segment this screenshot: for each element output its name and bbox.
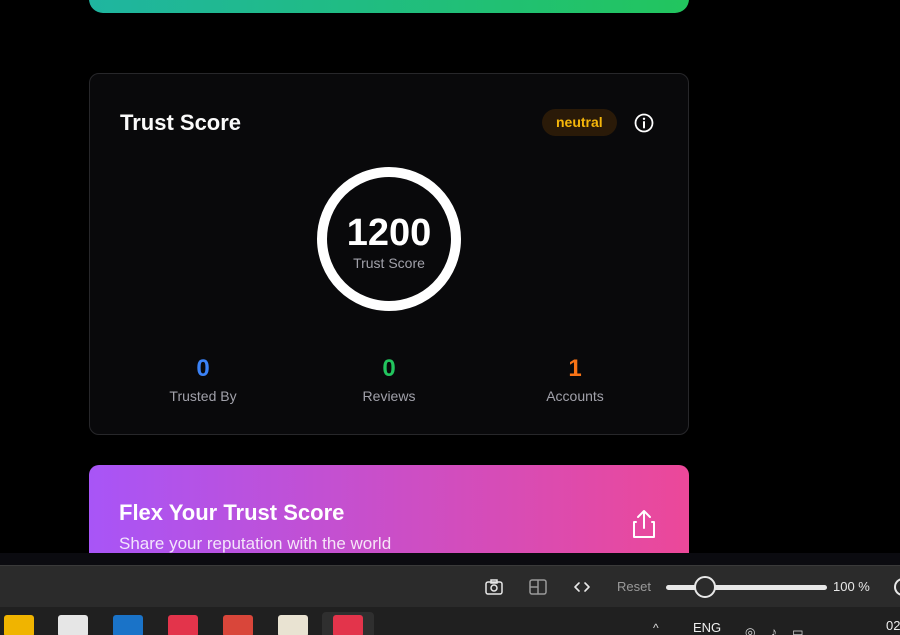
camera-icon[interactable] [484,577,504,597]
flex-card-subtitle: Share your reputation with the world [119,534,392,553]
chrome-icon[interactable] [223,615,253,635]
trust-score-card: Trust Score neutral 1200 Trust Score 0 T… [89,73,689,435]
page-content: Trust Score neutral 1200 Trust Score 0 T… [0,0,900,553]
clock[interactable]: 02 [886,618,900,633]
share-icon[interactable] [630,508,658,540]
status-badge: neutral [542,109,617,136]
stat-trusted-by: 0 Trusted By [123,354,283,404]
zoom-slider-thumb[interactable] [693,576,716,598]
stat-value: 1 [568,355,582,382]
stat-label: Accounts [546,388,604,404]
store-icon[interactable] [58,615,88,635]
trust-score-title: Trust Score [120,110,242,135]
flex-score-card[interactable]: Flex Your Trust Score Share your reputat… [89,465,689,553]
divider [0,553,900,565]
stat-label: Trusted By [169,388,237,404]
info-icon[interactable] [634,113,654,133]
app-icon[interactable] [168,615,198,635]
mail-icon[interactable] [113,615,143,635]
code-icon[interactable] [572,577,592,597]
system-tray-icons[interactable]: ◎ ♪ ▭ [745,625,809,635]
stat-reviews: 0 Reviews [309,354,469,404]
stat-accounts: 1 Accounts [495,354,655,404]
flex-card-title: Flex Your Trust Score [119,500,345,525]
browser-icon[interactable] [333,615,363,635]
zoom-level: 100 % [833,579,870,594]
score-label: Trust Score [353,255,425,271]
stat-label: Reviews [362,388,416,404]
reset-button[interactable]: Reset [617,579,651,594]
media-icon[interactable] [278,615,308,635]
refresh-icon[interactable] [894,578,900,596]
score-value: 1200 [346,212,432,254]
top-gradient-card [89,0,689,13]
layout-icon[interactable] [528,577,548,597]
windows-taskbar: ^ ENG ◎ ♪ ▭ 02 [0,607,900,635]
file-explorer-icon[interactable] [4,615,34,635]
zoom-slider-track[interactable] [666,585,827,590]
stat-value: 0 [196,355,210,382]
language-indicator[interactable]: ENG [693,620,721,635]
chevron-up-icon[interactable]: ^ [653,621,659,635]
devtools-toolbar: Reset 100 % [0,565,900,607]
stat-value: 0 [382,355,396,382]
